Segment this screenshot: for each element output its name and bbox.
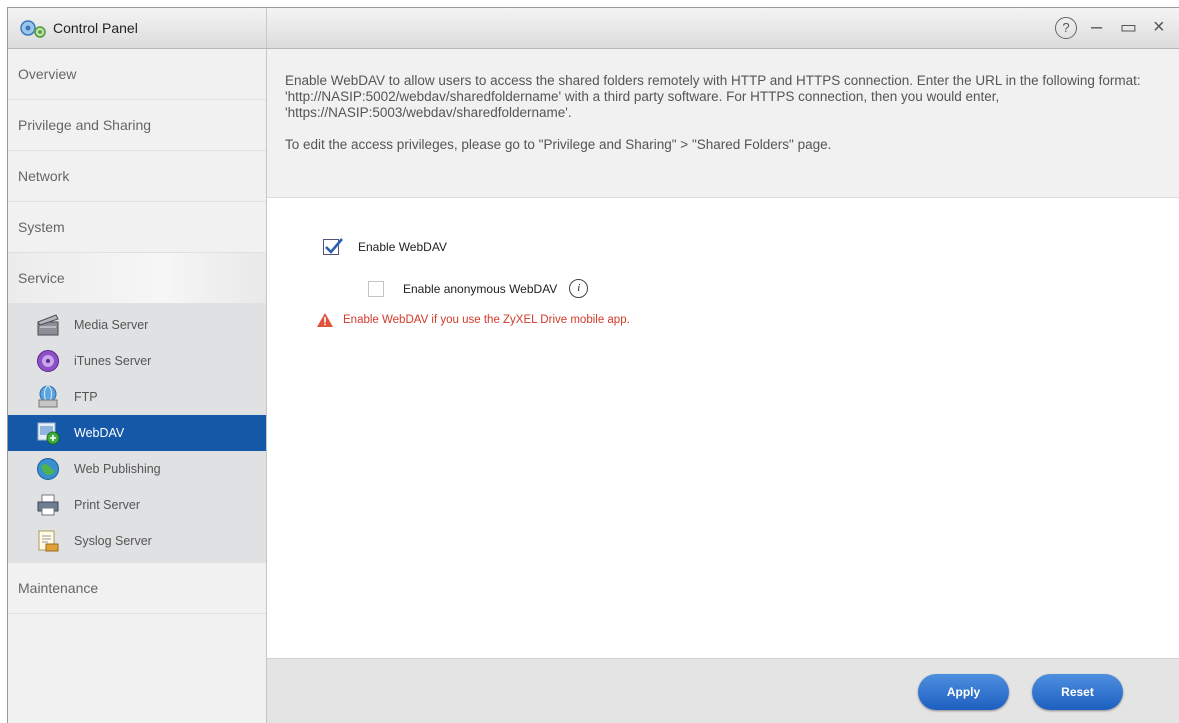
sidebar-item-privilege-and-sharing[interactable]: Privilege and Sharing (8, 100, 266, 151)
checkmark-icon (325, 238, 343, 254)
sidebar-item-maintenance[interactable]: Maintenance (8, 563, 266, 614)
sidebar-item-system[interactable]: System (8, 202, 266, 253)
minimize-icon[interactable]: – (1091, 16, 1102, 38)
enable-webdav-label: Enable WebDAV (358, 240, 447, 254)
control-panel-app-icon (20, 20, 46, 38)
maximize-icon[interactable]: ▭ (1120, 16, 1137, 38)
reset-button[interactable]: Reset (1032, 674, 1123, 710)
info-banner: Enable WebDAV to allow users to access t… (267, 49, 1179, 198)
sidebar-subitem-label: WebDAV (74, 426, 125, 440)
control-panel-window: Control Panel ? – ▭ × Overview Privilege… (7, 7, 1179, 723)
apply-button[interactable]: Apply (918, 674, 1009, 710)
print-server-icon (37, 494, 59, 516)
sidebar-subitem-ftp[interactable]: FTP (8, 379, 266, 415)
enable-anonymous-label: Enable anonymous WebDAV (403, 281, 558, 296)
footer-bar: Apply Reset (267, 658, 1179, 723)
info-paragraph-1: Enable WebDAV to allow users to access t… (285, 73, 1141, 120)
sidebar-subitem-print-server[interactable]: Print Server (8, 487, 266, 523)
sidebar-subitem-label: Web Publishing (74, 462, 161, 476)
sidebar-subitem-label: Media Server (74, 318, 149, 332)
main-panel: Enable WebDAV to allow users to access t… (267, 49, 1179, 723)
warning-message: Enable WebDAV if you use the ZyXEL Drive… (317, 313, 630, 327)
sidebar-subitem-webdav[interactable]: WebDAV (8, 415, 266, 451)
window-title: Control Panel (53, 20, 138, 36)
itunes-server-icon (37, 350, 59, 372)
sidebar-subitem-media-server[interactable]: Media Server (8, 307, 266, 343)
web-publishing-icon (37, 458, 59, 480)
enable-anonymous-row: Enable anonymous WebDAV i (368, 279, 589, 298)
sidebar-item-overview[interactable]: Overview (8, 49, 266, 100)
title-divider (266, 8, 267, 48)
sidebar-subitem-syslog-server[interactable]: Syslog Server (8, 523, 266, 559)
info-paragraph-2: To edit the access privileges, please go… (285, 137, 832, 152)
title-bar: Control Panel ? – ▭ × (8, 8, 1179, 49)
sidebar-subitem-label: iTunes Server (74, 354, 152, 368)
sidebar-item-network[interactable]: Network (8, 151, 266, 202)
syslog-server-icon (38, 530, 59, 552)
media-server-icon (37, 314, 59, 336)
enable-webdav-row: Enable WebDAV (323, 238, 447, 255)
close-icon[interactable]: × (1153, 16, 1165, 38)
info-icon[interactable]: i (569, 279, 589, 298)
sidebar-subitem-web-publishing[interactable]: Web Publishing (8, 451, 266, 487)
sidebar-subitem-label: Syslog Server (74, 534, 152, 548)
service-submenu: Media Server iTunes Server FTP WebDAV We… (8, 303, 266, 563)
sidebar-subitem-itunes-server[interactable]: iTunes Server (8, 343, 266, 379)
help-icon[interactable]: ? (1055, 17, 1077, 39)
sidebar-item-service[interactable]: Service (8, 253, 266, 303)
enable-anonymous-checkbox[interactable] (368, 280, 384, 297)
enable-webdav-checkbox[interactable] (323, 238, 343, 255)
webdav-icon (37, 422, 60, 445)
warning-icon (317, 313, 333, 327)
ftp-icon (38, 385, 58, 408)
sidebar: Overview Privilege and Sharing Network S… (8, 49, 267, 723)
warning-text: Enable WebDAV if you use the ZyXEL Drive… (343, 314, 630, 326)
sidebar-subitem-label: Print Server (74, 498, 140, 512)
sidebar-subitem-label: FTP (74, 390, 98, 404)
